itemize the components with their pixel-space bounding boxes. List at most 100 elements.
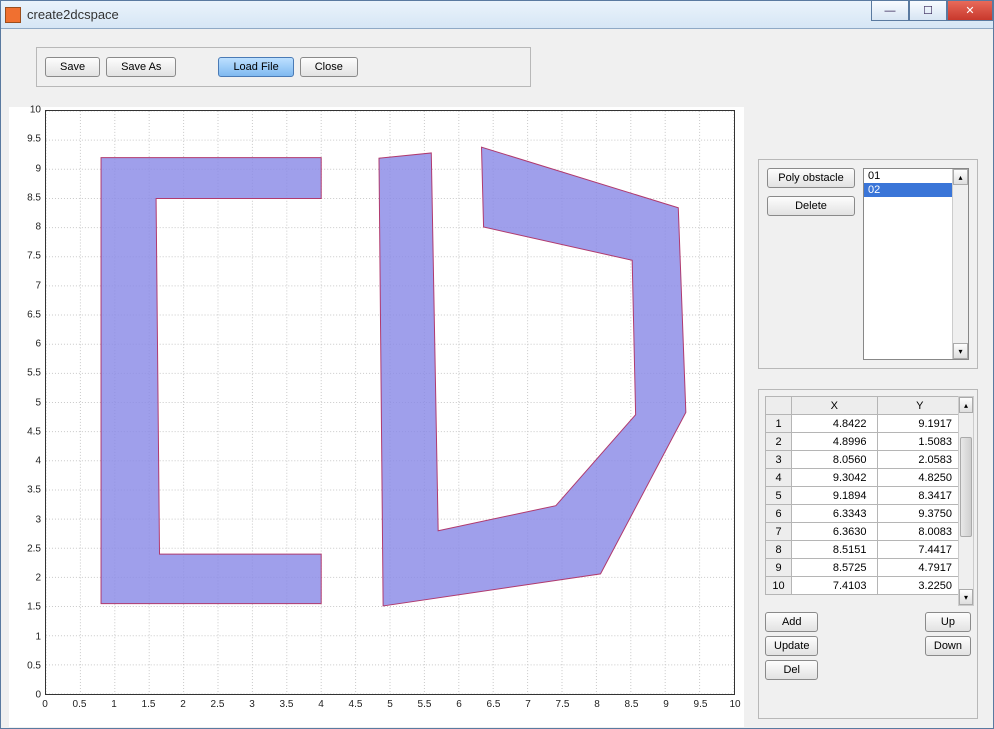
row-header: 7 (766, 523, 792, 541)
save-button[interactable]: Save (45, 57, 100, 77)
cell-y[interactable]: 1.5083 (877, 433, 963, 451)
loadfile-button[interactable]: Load File (218, 57, 293, 77)
content-area: Save Save As Load File Close 0 0.5 1 1.5 2 2.… (1, 29, 993, 728)
y-tick: 9 (9, 163, 41, 174)
x-tick: 7.5 (556, 699, 570, 710)
y-tick: 9.5 (9, 134, 41, 145)
table-row[interactable]: 66.33439.3750 (766, 505, 963, 523)
y-tick: 2.5 (9, 543, 41, 554)
x-tick: 3.5 (280, 699, 294, 710)
axes[interactable] (45, 110, 735, 695)
row-header: 9 (766, 559, 792, 577)
x-tick: 10 (729, 699, 740, 710)
cell-x[interactable]: 4.8422 (792, 415, 878, 433)
close-button[interactable]: Close (300, 57, 358, 77)
col-header-y: Y (877, 397, 963, 415)
saveas-button[interactable]: Save As (106, 57, 176, 77)
table-row[interactable]: 107.41033.2250 (766, 577, 963, 595)
y-tick: 0 (9, 690, 41, 701)
xy-table[interactable]: X Y 14.84229.191724.89961.508338.05602.0… (765, 396, 963, 595)
x-tick: 5.5 (418, 699, 432, 710)
scroll-up-icon[interactable]: ▴ (953, 169, 968, 185)
scroll-up-icon[interactable]: ▴ (959, 397, 973, 413)
close-window-button[interactable]: ✕ (947, 1, 993, 21)
cell-y[interactable]: 3.2250 (877, 577, 963, 595)
app-icon (5, 7, 21, 23)
update-row-button[interactable]: Update (765, 636, 818, 656)
cell-x[interactable]: 9.3042 (792, 469, 878, 487)
table-row[interactable]: 24.89961.5083 (766, 433, 963, 451)
row-header: 3 (766, 451, 792, 469)
row-header: 4 (766, 469, 792, 487)
cell-y[interactable]: 8.0083 (877, 523, 963, 541)
up-button[interactable]: Up (925, 612, 971, 632)
cell-y[interactable]: 4.8250 (877, 469, 963, 487)
scrollbar-thumb[interactable] (960, 437, 972, 537)
obstacle-listbox[interactable]: 0102 ▴ ▾ (863, 168, 969, 360)
table-row[interactable]: 49.30424.8250 (766, 469, 963, 487)
y-tick: 7 (9, 280, 41, 291)
x-tick: 7 (525, 699, 531, 710)
xy-panel: X Y 14.84229.191724.89961.508338.05602.0… (758, 389, 978, 719)
x-tick: 2 (180, 699, 186, 710)
y-tick: 3.5 (9, 485, 41, 496)
cell-x[interactable]: 8.5725 (792, 559, 878, 577)
maximize-button[interactable]: ☐ (909, 1, 947, 21)
y-tick: 4 (9, 456, 41, 467)
plot-area: 00.511.522.533.544.555.566.577.588.599.5… (9, 107, 744, 727)
y-tick: 0.5 (9, 660, 41, 671)
y-tick: 8 (9, 222, 41, 233)
x-tick: 6 (456, 699, 462, 710)
x-tick: 8.5 (625, 699, 639, 710)
cell-y[interactable]: 9.1917 (877, 415, 963, 433)
x-tick: 2.5 (211, 699, 225, 710)
cell-y[interactable]: 9.3750 (877, 505, 963, 523)
table-row[interactable]: 59.18948.3417 (766, 487, 963, 505)
cell-x[interactable]: 6.3343 (792, 505, 878, 523)
listbox-scrollbar[interactable]: ▴ ▾ (952, 169, 968, 359)
y-tick: 1.5 (9, 602, 41, 613)
y-tick: 10 (9, 105, 41, 116)
table-row[interactable]: 76.36308.0083 (766, 523, 963, 541)
table-row[interactable]: 38.05602.0583 (766, 451, 963, 469)
row-header: 10 (766, 577, 792, 595)
x-tick: 9 (663, 699, 669, 710)
y-tick: 5 (9, 397, 41, 408)
x-tick: 1 (111, 699, 117, 710)
x-tick: 9.5 (694, 699, 708, 710)
cell-x[interactable]: 7.4103 (792, 577, 878, 595)
add-row-button[interactable]: Add (765, 612, 818, 632)
table-row[interactable]: 88.51517.4417 (766, 541, 963, 559)
x-tick: 4 (318, 699, 324, 710)
obstacle-panel: Poly obstacle Delete 0102 ▴ ▾ (758, 159, 978, 369)
scroll-down-icon[interactable]: ▾ (953, 343, 968, 359)
table-row[interactable]: 98.57254.7917 (766, 559, 963, 577)
cell-x[interactable]: 9.1894 (792, 487, 878, 505)
cell-x[interactable]: 6.3630 (792, 523, 878, 541)
down-button[interactable]: Down (925, 636, 971, 656)
x-tick: 3 (249, 699, 255, 710)
cell-y[interactable]: 7.4417 (877, 541, 963, 559)
poly-obstacle-button[interactable]: Poly obstacle (767, 168, 855, 188)
polygon-01[interactable] (101, 158, 321, 604)
window-title: create2dcspace (27, 7, 119, 22)
cell-x[interactable]: 8.0560 (792, 451, 878, 469)
table-row[interactable]: 14.84229.1917 (766, 415, 963, 433)
y-tick: 2 (9, 573, 41, 584)
cell-x[interactable]: 4.8996 (792, 433, 878, 451)
x-tick: 0.5 (73, 699, 87, 710)
polygon-02[interactable] (379, 147, 686, 606)
delete-row-button[interactable]: Del (765, 660, 818, 680)
row-header: 2 (766, 433, 792, 451)
titlebar[interactable]: create2dcspace — ☐ ✕ (1, 1, 993, 29)
table-scrollbar[interactable]: ▴ ▾ (958, 396, 974, 606)
minimize-button[interactable]: — (871, 1, 909, 21)
scroll-down-icon[interactable]: ▾ (959, 589, 973, 605)
cell-x[interactable]: 8.5151 (792, 541, 878, 559)
cell-y[interactable]: 8.3417 (877, 487, 963, 505)
cell-y[interactable]: 2.0583 (877, 451, 963, 469)
delete-obstacle-button[interactable]: Delete (767, 196, 855, 216)
x-tick: 5 (387, 699, 393, 710)
cell-y[interactable]: 4.7917 (877, 559, 963, 577)
y-tick: 7.5 (9, 251, 41, 262)
